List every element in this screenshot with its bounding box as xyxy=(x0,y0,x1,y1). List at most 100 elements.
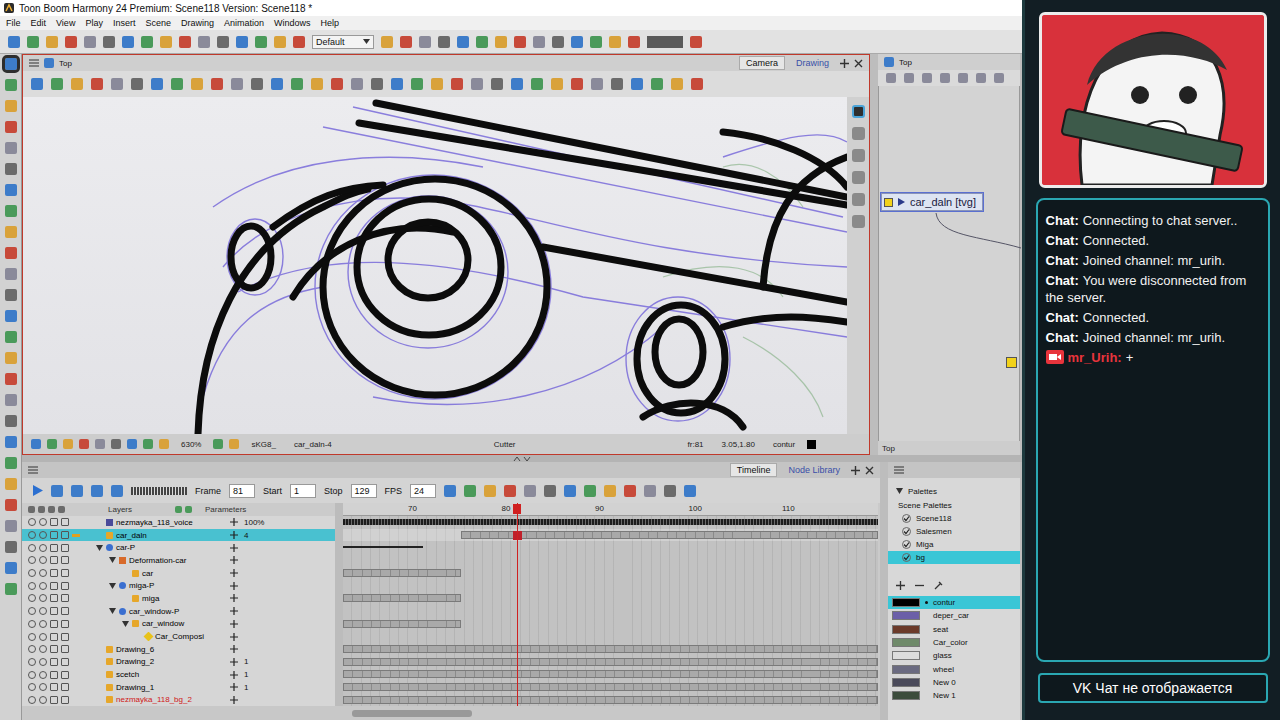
add-parameter-icon[interactable] xyxy=(230,594,238,602)
node-tool-icon[interactable] xyxy=(940,73,950,83)
remove-color-icon[interactable] xyxy=(915,581,924,590)
timeline-tool-icon[interactable] xyxy=(664,485,676,497)
timeline-tool-icon[interactable] xyxy=(564,485,576,497)
camera-tool-icon[interactable] xyxy=(251,78,263,90)
menu-item[interactable]: Drawing xyxy=(181,18,214,28)
add-layer-icon[interactable] xyxy=(175,506,182,513)
add-parameter-icon[interactable] xyxy=(230,518,238,526)
color-swatch-row[interactable]: New 1 xyxy=(888,689,1020,702)
palette-check-icon[interactable] xyxy=(902,527,911,536)
view-tab[interactable]: Camera xyxy=(739,56,785,70)
expand-icon[interactable] xyxy=(96,545,103,551)
layer-row[interactable]: miga xyxy=(22,592,335,605)
add-parameter-icon[interactable] xyxy=(230,696,238,704)
node-port-icon[interactable] xyxy=(884,198,893,207)
toolbar-icon[interactable] xyxy=(274,36,286,48)
status-icon[interactable] xyxy=(111,439,121,449)
lock-icon[interactable] xyxy=(50,683,58,691)
toolbar-icon[interactable] xyxy=(255,36,267,48)
camera-tool-icon[interactable] xyxy=(691,78,703,90)
track-row[interactable] xyxy=(343,694,878,706)
add-parameter-icon[interactable] xyxy=(230,645,238,653)
playhead[interactable] xyxy=(517,503,518,706)
node-tool-icon[interactable] xyxy=(994,73,1004,83)
tool-icon[interactable] xyxy=(5,499,17,511)
camera-tool-icon[interactable] xyxy=(511,78,523,90)
edit-pencil-icon[interactable] xyxy=(72,673,80,676)
sound-scrub-icon[interactable] xyxy=(111,485,123,497)
view-mode-icon[interactable] xyxy=(852,105,865,118)
camera-tool-icon[interactable] xyxy=(331,78,343,90)
lock-icon[interactable] xyxy=(50,594,58,602)
color-toggle-icon[interactable] xyxy=(61,671,69,679)
camera-tool-icon[interactable] xyxy=(611,78,623,90)
camera-tool-icon[interactable] xyxy=(51,78,63,90)
toolbar-icon[interactable] xyxy=(571,36,583,48)
color-swatch-row[interactable]: glass xyxy=(888,649,1020,662)
tool-icon[interactable] xyxy=(5,226,17,238)
color-swatch[interactable] xyxy=(892,611,920,620)
exposure-bar[interactable] xyxy=(343,546,423,548)
color-swatch[interactable] xyxy=(892,691,920,700)
add-parameter-icon[interactable] xyxy=(230,607,238,615)
toolbar-icon[interactable] xyxy=(46,36,58,48)
visibility-icon[interactable] xyxy=(28,582,36,590)
solo-icon[interactable] xyxy=(39,544,47,552)
toolbar-icon[interactable] xyxy=(103,36,115,48)
tool-icon[interactable] xyxy=(5,184,17,196)
camera-tool-icon[interactable] xyxy=(31,78,43,90)
solo-icon[interactable] xyxy=(39,683,47,691)
view-tab[interactable]: Drawing xyxy=(790,57,835,69)
tool-icon[interactable] xyxy=(5,520,17,532)
camera-tool-icon[interactable] xyxy=(631,78,643,90)
lock-icon[interactable] xyxy=(50,544,58,552)
lock-icon[interactable] xyxy=(50,671,58,679)
timeline-tool-icon[interactable] xyxy=(584,485,596,497)
solo-icon[interactable] xyxy=(39,671,47,679)
toggle-all-icon[interactable] xyxy=(48,506,55,513)
visibility-icon[interactable] xyxy=(28,544,36,552)
status-icon[interactable] xyxy=(63,439,73,449)
lock-icon[interactable] xyxy=(50,607,58,615)
layer-row[interactable]: car xyxy=(22,567,335,580)
camera-tool-icon[interactable] xyxy=(111,78,123,90)
camera-tool-icon[interactable] xyxy=(71,78,83,90)
exposure-bar[interactable] xyxy=(343,620,461,628)
track-row[interactable] xyxy=(343,529,878,542)
toolbar-icon[interactable] xyxy=(381,36,393,48)
tool-icon[interactable] xyxy=(5,562,17,574)
color-swatch-row[interactable]: New 0 xyxy=(888,676,1020,689)
play-selection-icon[interactable] xyxy=(51,485,63,497)
lock-icon[interactable] xyxy=(50,633,58,641)
layer-row[interactable]: scetch1 xyxy=(22,668,335,681)
color-swatch[interactable] xyxy=(892,625,920,634)
timeline-tool-icon[interactable] xyxy=(504,485,516,497)
layer-row[interactable]: Drawing_21 xyxy=(22,656,335,669)
exposure-bar[interactable] xyxy=(461,531,878,539)
toolbar-icon[interactable] xyxy=(609,36,621,48)
solo-icon[interactable] xyxy=(39,633,47,641)
solo-icon[interactable] xyxy=(39,594,47,602)
menu-item[interactable]: Scene xyxy=(145,18,171,28)
status-icon[interactable] xyxy=(79,439,89,449)
color-swatch[interactable] xyxy=(892,678,920,687)
track-row[interactable] xyxy=(343,656,878,669)
lock-icon[interactable] xyxy=(50,518,58,526)
lock-icon[interactable] xyxy=(50,582,58,590)
tool-icon[interactable] xyxy=(5,163,17,175)
toolbar-icon[interactable] xyxy=(27,36,39,48)
tool-icon[interactable] xyxy=(5,415,17,427)
color-toggle-icon[interactable] xyxy=(61,594,69,602)
layer-row[interactable]: car-P xyxy=(22,541,335,554)
palette-check-icon[interactable] xyxy=(902,514,911,523)
camera-tool-icon[interactable] xyxy=(91,78,103,90)
tool-icon[interactable] xyxy=(5,478,17,490)
loop-icon[interactable] xyxy=(71,485,83,497)
palette-item[interactable]: Salesmen xyxy=(888,525,1020,538)
menu-item[interactable]: Animation xyxy=(224,18,264,28)
color-toggle-icon[interactable] xyxy=(61,645,69,653)
layer-row[interactable]: miga-P xyxy=(22,579,335,592)
color-toggle-icon[interactable] xyxy=(61,582,69,590)
lock-icon[interactable] xyxy=(50,696,58,704)
view-mode-icon[interactable] xyxy=(852,149,865,162)
